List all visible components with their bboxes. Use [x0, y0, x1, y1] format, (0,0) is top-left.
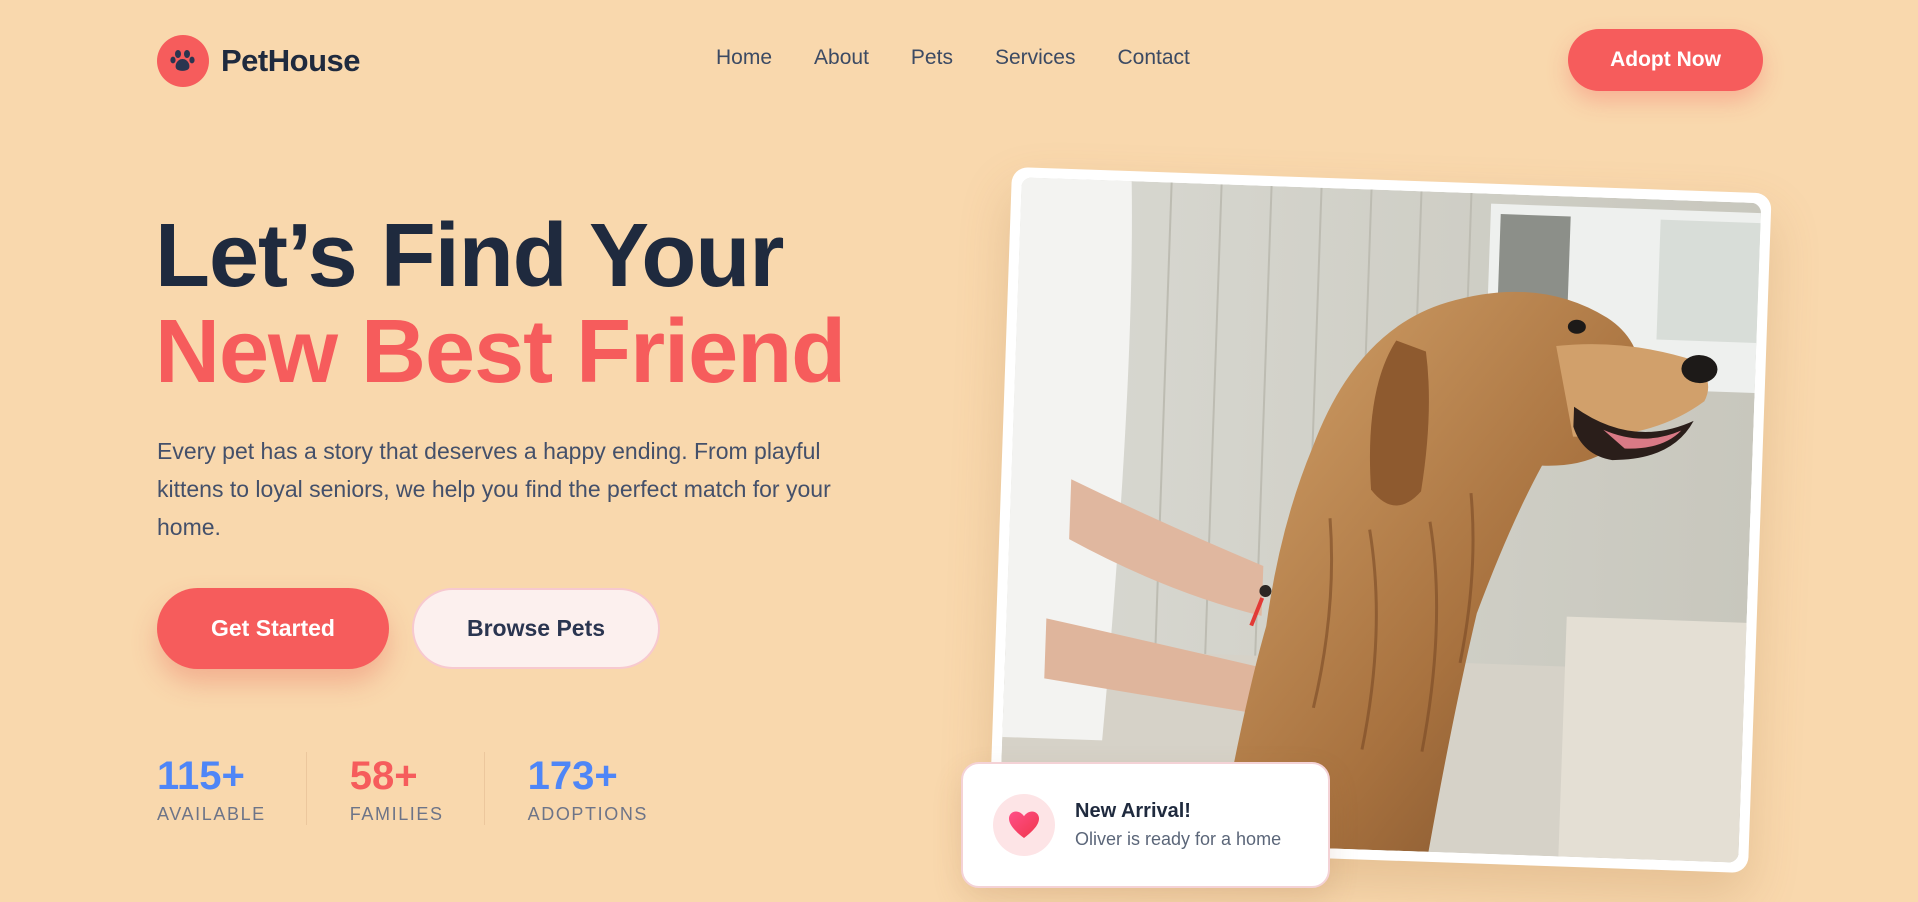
hero-description: Every pet has a story that deserves a ha…	[157, 438, 831, 540]
get-started-button[interactable]: Get Started	[157, 588, 389, 669]
notification-title: New Arrival!	[1075, 800, 1191, 822]
new-arrival-card[interactable]: New Arrival! Oliver is ready for a home	[961, 762, 1330, 888]
nav-about[interactable]: About	[814, 46, 869, 70]
notification-text: New Arrival! Oliver is ready for a home	[1075, 800, 1281, 850]
stat-value: 58+	[349, 754, 418, 798]
brand-logo[interactable]: PetHouse	[157, 35, 360, 87]
nav-services[interactable]: Services	[995, 46, 1076, 70]
dog-photo	[998, 177, 1762, 863]
adopt-now-button[interactable]: Adopt Now	[1568, 29, 1763, 91]
stat-available: 115+ AVAILABLE	[157, 752, 307, 825]
stat-families: 58+ FAMILIES	[350, 752, 485, 825]
stat-value: 173+	[527, 754, 618, 798]
paw-icon	[157, 35, 209, 87]
stat-label: AVAILABLE	[157, 804, 266, 824]
stat-label: ADOPTIONS	[527, 804, 649, 824]
browse-pets-button[interactable]: Browse Pets	[412, 588, 660, 669]
nav-contact[interactable]: Contact	[1117, 46, 1189, 70]
landing-page: PetHouse Home About Pets Services Contac…	[0, 0, 1918, 902]
nav-home[interactable]: Home	[716, 46, 772, 70]
headline-line-2: New Best Friend	[155, 302, 846, 402]
notification-subtitle: Oliver is ready for a home	[1075, 829, 1282, 849]
stat-label: FAMILIES	[349, 804, 444, 824]
stat-value: 115+	[157, 754, 245, 798]
stats-row: 115+ AVAILABLE 58+ FAMILIES 173+ ADOPTIO…	[157, 752, 648, 825]
stat-adoptions: 173+ ADOPTIONS	[528, 752, 648, 825]
hero-headline: Let’s Find Your New Best Friend	[155, 206, 846, 402]
main-nav: Home About Pets Services Contact	[716, 46, 1190, 70]
headline-line-1: Let’s Find Your	[155, 206, 784, 306]
brand-name: PetHouse	[221, 43, 360, 78]
nav-pets[interactable]: Pets	[911, 46, 953, 70]
heart-icon	[993, 794, 1055, 856]
